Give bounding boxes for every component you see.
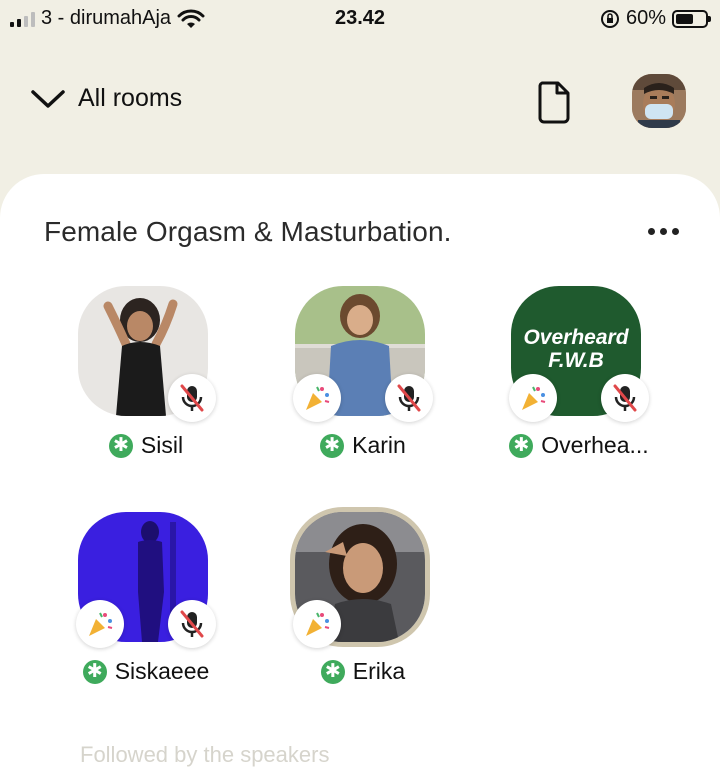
party-badge bbox=[293, 600, 341, 648]
moderator-star-icon: ✱ bbox=[320, 659, 345, 684]
chevron-down-icon bbox=[31, 89, 65, 108]
speaker-name-row: ✱ Karin bbox=[273, 432, 453, 459]
profile-avatar[interactable] bbox=[632, 74, 686, 128]
all-rooms-button[interactable]: All rooms bbox=[30, 84, 182, 113]
muted-badge bbox=[168, 600, 216, 648]
document-icon bbox=[538, 81, 570, 124]
party-badge bbox=[76, 600, 124, 648]
speaker-name-row: ✱ Erika bbox=[273, 658, 453, 685]
followed-by-speakers-label: Followed by the speakers bbox=[80, 742, 330, 767]
moderator-star-icon: ✱ bbox=[82, 659, 107, 684]
muted-mic-icon bbox=[180, 610, 204, 638]
top-nav: All rooms bbox=[0, 72, 720, 132]
document-button[interactable] bbox=[534, 80, 574, 124]
muted-badge bbox=[385, 374, 433, 422]
speaker-name: Sisil bbox=[140, 432, 184, 458]
speaker-name: Overhea... bbox=[541, 432, 649, 458]
speaker-name: Erika bbox=[352, 658, 406, 684]
more-dot bbox=[660, 228, 667, 235]
room-card: Female Orgasm & Masturbation. ✱ Sisil ✱ … bbox=[0, 174, 720, 776]
more-options-button[interactable] bbox=[648, 228, 679, 235]
battery-percent: 60% bbox=[625, 7, 666, 29]
muted-badge bbox=[601, 374, 649, 422]
speaker-erika: ✱ Erika bbox=[273, 512, 443, 712]
speaker-name-row: ✱ Sisil bbox=[56, 432, 236, 459]
party-badge bbox=[509, 374, 557, 422]
speaker-name: Siskaeee bbox=[114, 658, 210, 684]
moderator-star-icon: ✱ bbox=[509, 433, 534, 458]
orientation-lock-icon bbox=[600, 9, 619, 28]
party-badge bbox=[293, 374, 341, 422]
moderator-star-icon: ✱ bbox=[108, 433, 133, 458]
muted-mic-icon bbox=[397, 384, 421, 412]
muted-badge bbox=[168, 374, 216, 422]
party-popper-icon bbox=[522, 386, 546, 410]
room-title: Female Orgasm & Masturbation. bbox=[44, 216, 452, 247]
battery-info: 60% bbox=[600, 7, 711, 30]
muted-mic-icon bbox=[613, 384, 637, 412]
party-popper-icon bbox=[89, 612, 113, 636]
profile-photo bbox=[632, 74, 686, 128]
speaker-overheard: Overheard F.W.B ✱ Overhea... bbox=[489, 286, 659, 486]
muted-mic-icon bbox=[180, 384, 204, 412]
more-dot bbox=[672, 228, 679, 235]
more-dot bbox=[648, 228, 655, 235]
all-rooms-label: All rooms bbox=[78, 84, 183, 112]
moderator-star-icon: ✱ bbox=[320, 433, 345, 458]
speaker-name-row: ✱ Overhea... bbox=[489, 432, 669, 459]
speaker-name: Karin bbox=[352, 432, 406, 458]
speaker-sisil: ✱ Sisil bbox=[56, 286, 226, 486]
speaker-name-row: ✱ Siskaeee bbox=[56, 658, 236, 685]
party-popper-icon bbox=[306, 612, 330, 636]
party-popper-icon bbox=[306, 386, 330, 410]
speaker-siskaeee: ✱ Siskaeee bbox=[56, 512, 226, 712]
speaker-avatar-text: Overheard F.W.B bbox=[523, 326, 629, 372]
status-bar: 3 - dirumahAja 23.42 60% bbox=[0, 0, 720, 36]
battery-icon bbox=[672, 9, 711, 28]
speaker-karin: ✱ Karin bbox=[273, 286, 443, 486]
